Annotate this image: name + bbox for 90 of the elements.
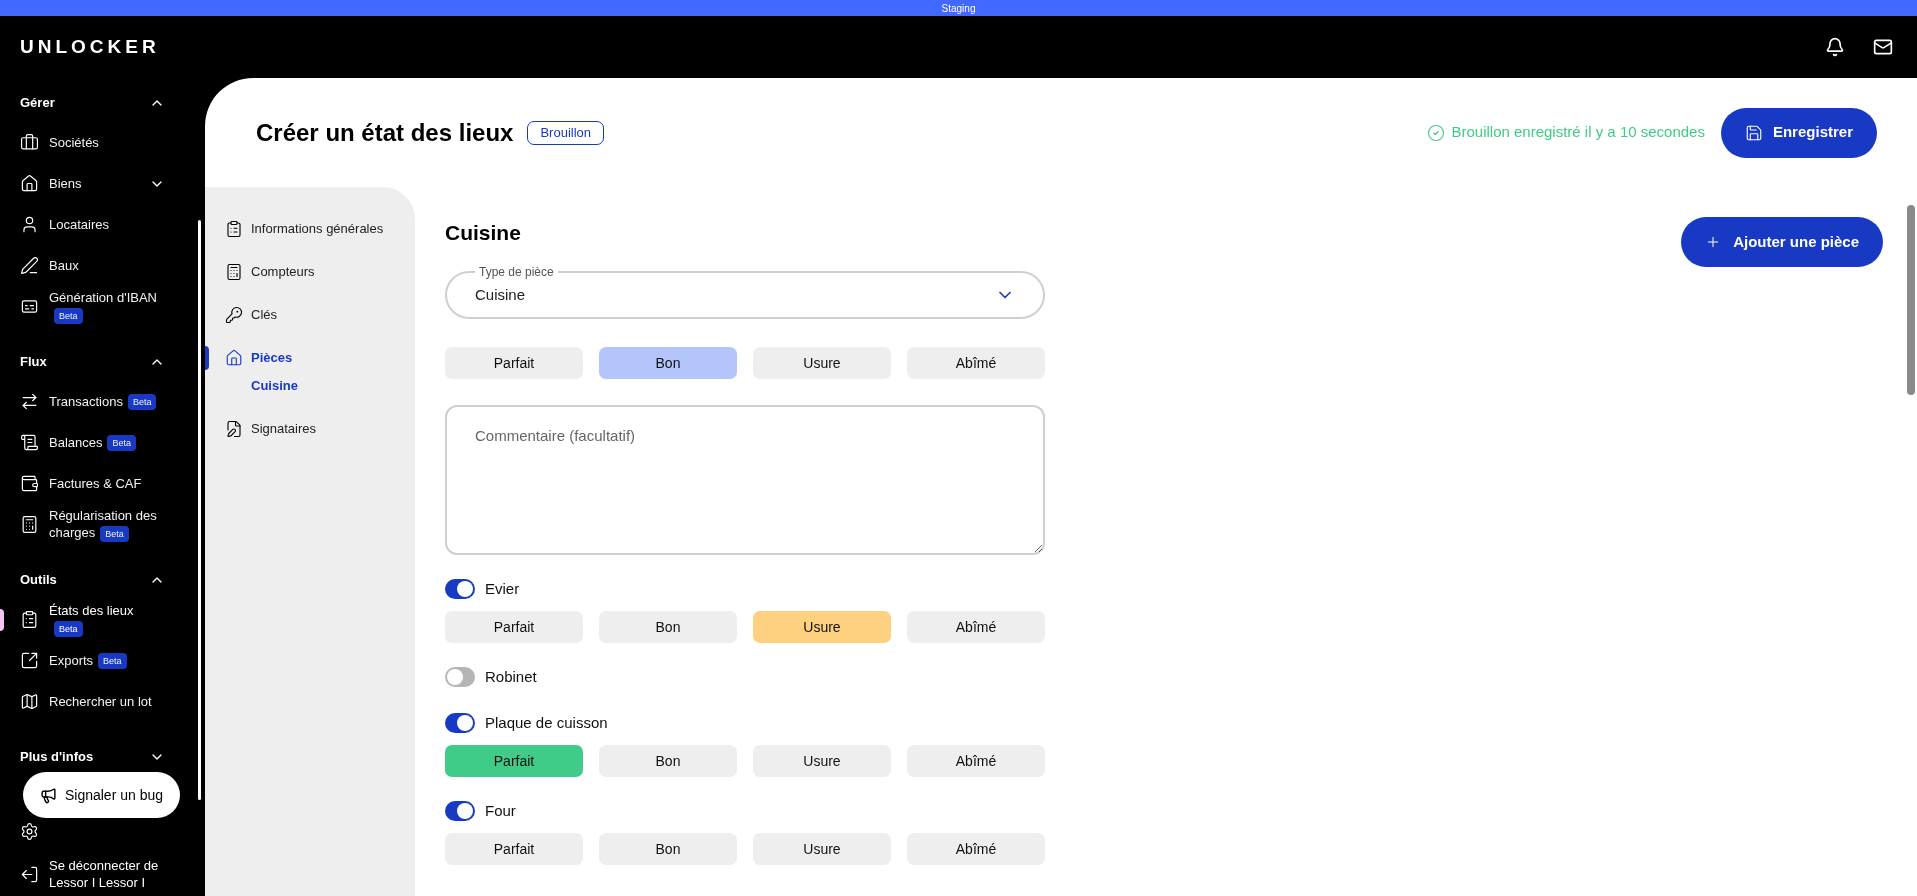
rating-option[interactable]: Abîmé <box>907 833 1045 865</box>
status-badge: Brouillon <box>527 120 605 145</box>
sidebar-item[interactable]: Locataires <box>49 216 165 233</box>
report-bug-button[interactable]: Signaler un bug <box>23 772 180 818</box>
rating-option[interactable]: Parfait <box>445 745 583 777</box>
rating-option[interactable]: Abîmé <box>907 611 1045 643</box>
step-link[interactable]: Pièces <box>251 347 293 368</box>
step-link[interactable]: Clés <box>251 304 277 325</box>
check-circle-icon <box>1427 123 1446 142</box>
sidebar-item[interactable]: Rechercher un lot <box>49 693 165 710</box>
select-value: Cuisine <box>475 284 526 305</box>
calculator-icon <box>225 262 243 281</box>
element-label: Plaque de cuisson <box>485 712 608 733</box>
signature-icon <box>225 419 243 438</box>
section-title: Flux <box>20 353 47 372</box>
sidebar-item[interactable]: Transactions Beta <box>49 392 165 411</box>
save-icon <box>1744 123 1763 142</box>
toggle-switch[interactable] <box>445 579 475 599</box>
beta-badge: Beta <box>107 435 136 452</box>
toggle-switch[interactable] <box>445 713 475 733</box>
sidebar-item[interactable]: Génération d'IBAN Beta <box>49 289 165 324</box>
briefcase-icon <box>20 133 39 152</box>
beta-badge: Beta <box>54 307 83 324</box>
environment-banner: Staging <box>0 0 1917 16</box>
rating-option[interactable]: Bon <box>599 833 737 865</box>
logo: UNLOCKER <box>20 34 160 59</box>
sidebar-item[interactable]: Exports Beta <box>49 651 165 670</box>
sidebar-item[interactable]: États des lieux Beta <box>49 602 165 637</box>
rating-option[interactable]: Parfait <box>445 611 583 643</box>
notification-icon[interactable] <box>1825 37 1845 57</box>
calculator-icon <box>20 515 39 534</box>
comment-field[interactable]: Commentaire (facultatif) <box>445 405 1045 555</box>
step-link[interactable]: Signataires <box>251 418 317 439</box>
pen-icon <box>20 256 39 275</box>
mail-icon[interactable] <box>1873 37 1893 57</box>
section-title: Gérer <box>20 94 55 113</box>
rating-option[interactable]: Usure <box>753 745 891 777</box>
rating-option[interactable]: Abîmé <box>907 745 1045 777</box>
beta-badge: Beta <box>127 394 157 411</box>
rating-option[interactable]: Usure <box>753 833 891 865</box>
rating-option[interactable]: Abîmé <box>907 347 1045 379</box>
sidebar-item[interactable]: Sociétés <box>49 134 165 151</box>
rating-option[interactable]: Bon <box>599 347 737 379</box>
section-title: Plus d'infos <box>20 748 94 767</box>
save-status: Brouillon enregistré il y a 10 secondes <box>1451 122 1705 143</box>
rating-option[interactable]: Usure <box>753 611 891 643</box>
gear-icon[interactable] <box>20 822 39 841</box>
beta-badge: Beta <box>98 653 127 670</box>
receipt-icon <box>20 433 39 452</box>
rating-option[interactable]: Bon <box>599 611 737 643</box>
rating-option[interactable]: Usure <box>753 347 891 379</box>
rating-option[interactable]: Parfait <box>445 347 583 379</box>
megaphone-icon <box>39 786 57 804</box>
card-icon <box>20 297 39 316</box>
key-icon <box>225 305 243 324</box>
room-title: Cuisine <box>445 220 522 246</box>
step-sublink[interactable]: Cuisine <box>251 376 298 396</box>
beta-badge: Beta <box>100 525 129 542</box>
save-button[interactable]: Enregistrer <box>1720 107 1877 158</box>
add-room-button[interactable]: Ajouter une pièce <box>1681 217 1883 267</box>
export-icon <box>20 651 39 670</box>
clipboard-icon <box>20 610 39 629</box>
map-icon <box>20 692 39 711</box>
element-label: Evier <box>485 578 520 599</box>
wallet-icon <box>20 474 39 493</box>
section-title: Outils <box>20 571 57 590</box>
page-title: Créer un état des lieux <box>256 117 514 148</box>
element-label: Robinet <box>485 666 537 687</box>
clipboard-icon <box>225 219 243 238</box>
rating-option[interactable]: Parfait <box>445 833 583 865</box>
sidebar-item[interactable]: Balances Beta <box>49 433 165 452</box>
toggle-switch[interactable] <box>445 801 475 821</box>
person-icon <box>20 215 39 234</box>
active-marker <box>205 345 209 370</box>
sidebar-item[interactable]: Factures & CAF <box>49 475 165 492</box>
step-link[interactable]: Compteurs <box>251 261 315 282</box>
rating-option[interactable]: Bon <box>599 745 737 777</box>
sidebar-item[interactable]: Baux <box>49 257 165 274</box>
toggle-switch[interactable] <box>445 667 475 687</box>
element-label: Four <box>485 800 516 821</box>
active-marker <box>0 608 4 631</box>
beta-badge: Beta <box>54 620 83 637</box>
house-icon <box>225 348 243 367</box>
sidebar-item[interactable]: Biens <box>49 175 149 192</box>
arrows-icon <box>20 392 39 411</box>
sidebar-item[interactable]: Régularisation des charges Beta <box>49 507 165 542</box>
logout-link[interactable]: Se déconnecter de Lessor I Lessor I <box>49 857 165 891</box>
logout-icon <box>20 864 39 884</box>
step-link[interactable]: Informations générales <box>251 218 384 239</box>
house-icon <box>20 174 39 193</box>
